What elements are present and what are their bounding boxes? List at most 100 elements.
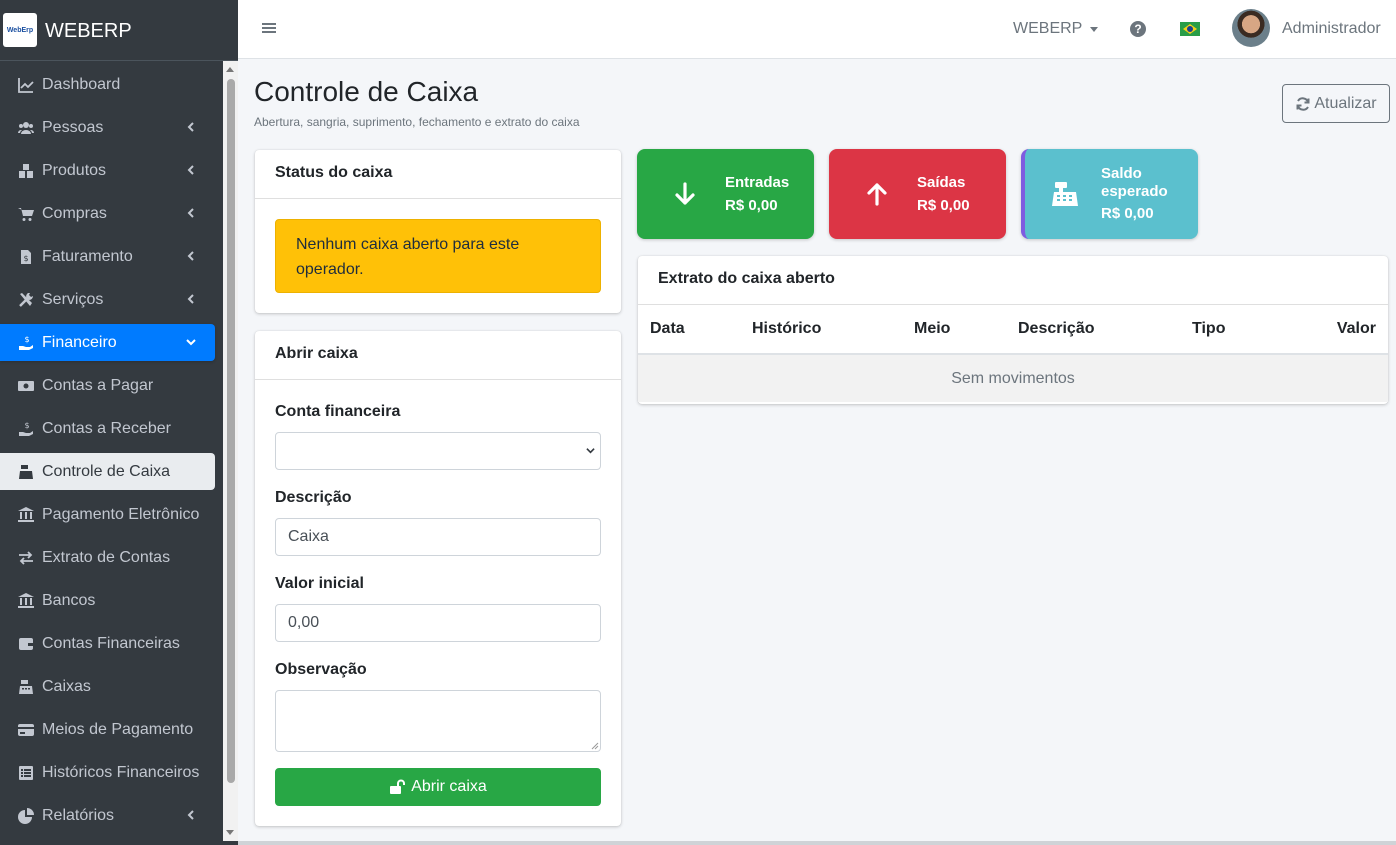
sidebar-item-compras[interactable]: Compras (0, 195, 215, 232)
invoice-icon: $ (16, 249, 36, 265)
initial-value-label: Valor inicial (275, 575, 364, 592)
sidebar-item-label: Dashboard (42, 75, 121, 93)
brazil-flag-icon[interactable] (1180, 22, 1200, 36)
chevron-down-icon (586, 448, 595, 454)
sidebar-item-label: Financeiro (42, 333, 117, 351)
credit-card-icon (16, 722, 36, 738)
saidas-label: Saídas (917, 174, 966, 191)
chevron-left-icon (183, 162, 199, 178)
column-header: Valor (1290, 305, 1388, 355)
column-header: Data (638, 305, 740, 355)
scrollbar-thumb[interactable] (227, 79, 235, 783)
arrow-down-icon (675, 182, 695, 205)
sidebar-item-contas-a-receber[interactable]: $ Contas a Receber (0, 410, 215, 447)
statement-title: Extrato do caixa aberto (638, 256, 1388, 305)
sidebar-item-contas-a-pagar[interactable]: Contas a Pagar (0, 367, 215, 404)
notes-textarea[interactable] (275, 690, 601, 752)
boxes-icon (16, 163, 36, 179)
brand-link[interactable]: WebErp WEBERP (0, 0, 238, 61)
page-title: Controle de Caixa (254, 76, 479, 107)
sync-icon (1296, 96, 1310, 111)
sidebar-item-pagamento-eletronico[interactable]: Pagamento Eletrônico (0, 496, 215, 533)
cash-register-icon (16, 679, 36, 695)
column-header: Tipo (1180, 305, 1290, 355)
statement-card: Extrato do caixa aberto Data Histórico M… (638, 256, 1388, 404)
users-icon (16, 120, 36, 136)
sidebar-item-dashboard[interactable]: Dashboard (0, 66, 215, 103)
open-cash-label: Abrir caixa (411, 778, 487, 795)
sidebar-item-produtos[interactable]: Produtos (0, 152, 215, 189)
chart-line-icon (16, 77, 36, 93)
saldo-label-line2: esperado (1101, 183, 1168, 200)
tools-icon (16, 292, 36, 308)
sidebar-item-label: Pessoas (42, 118, 104, 136)
list-icon (16, 765, 36, 781)
saldo-label: Saldo esperado (1101, 165, 1168, 201)
notes-label: Observação (275, 661, 367, 678)
table-row: Sem movimentos (638, 354, 1388, 402)
sidebar-item-label: Pagamento Eletrônico (42, 505, 200, 523)
column-header: Histórico (740, 305, 902, 355)
status-card-title: Status do caixa (255, 150, 621, 199)
arrow-up-icon (867, 183, 887, 206)
sidebar-item-meios-de-pagamento[interactable]: Meios de Pagamento (0, 711, 215, 748)
cash-register-icon (16, 464, 36, 480)
company-label: WEBERP (1013, 20, 1083, 37)
empty-message: Sem movimentos (638, 354, 1388, 402)
sidebar-item-financeiro[interactable]: $ Financeiro (0, 324, 215, 361)
user-name[interactable]: Administrador (1282, 20, 1381, 38)
chevron-down-icon (183, 334, 199, 350)
sidebar-item-servicos[interactable]: Serviços (0, 281, 215, 318)
saldo-label-line1: Saldo (1101, 165, 1142, 182)
sidebar-item-bancos[interactable]: Bancos (0, 582, 215, 619)
chevron-left-icon (183, 248, 199, 264)
status-card: Status do caixa Nenhum caixa aberto para… (255, 150, 621, 313)
sidebar-item-extrato-de-contas[interactable]: Extrato de Contas (0, 539, 215, 576)
top-navbar: WEBERP ? Administrador (238, 0, 1396, 59)
resize-handle-icon[interactable] (591, 742, 599, 750)
page-subtitle: Abertura, sangria, suprimento, fechament… (254, 115, 580, 129)
brand-logo: WebErp (3, 13, 37, 47)
saidas-value: R$ 0,00 (917, 197, 970, 214)
scroll-down-icon[interactable] (226, 830, 234, 835)
sidebar-item-historicos-financeiros[interactable]: Históricos Financeiros (0, 754, 215, 791)
company-dropdown[interactable]: WEBERP (1013, 20, 1099, 38)
account-label: Conta financeira (275, 403, 401, 420)
chevron-left-icon (183, 119, 199, 135)
caret-down-icon (1090, 26, 1099, 32)
sidebar-item-relatorios[interactable]: Relatórios (0, 797, 215, 834)
menu-toggle-icon[interactable] (261, 20, 277, 36)
sidebar-item-controle-de-caixa[interactable]: Controle de Caixa (0, 453, 215, 490)
refresh-label: Atualizar (1314, 94, 1377, 112)
open-cash-button[interactable]: Abrir caixa (275, 768, 601, 806)
user-avatar[interactable] (1232, 9, 1270, 47)
refresh-button[interactable]: Atualizar (1282, 84, 1390, 123)
description-input[interactable]: Caixa (275, 518, 601, 556)
sidebar-item-caixas[interactable]: Caixas (0, 668, 215, 705)
help-icon[interactable]: ? (1130, 21, 1146, 37)
initial-value-input[interactable]: 0,00 (275, 604, 601, 642)
sidebar-item-faturamento[interactable]: $ Faturamento (0, 238, 215, 275)
bank-icon (16, 592, 36, 609)
exchange-icon (16, 550, 36, 566)
saidas-card: Saídas R$ 0,00 (829, 149, 1006, 239)
svg-text:$: $ (24, 421, 29, 430)
cart-icon (16, 206, 36, 222)
account-select[interactable] (275, 432, 601, 470)
sidebar-item-pessoas[interactable]: Pessoas (0, 109, 215, 146)
brand-name: WEBERP (45, 19, 132, 42)
sidebar-scrollbar[interactable] (223, 61, 238, 841)
sidebar-item-label: Caixas (42, 677, 91, 695)
unlock-icon (390, 779, 406, 794)
scroll-up-icon[interactable] (226, 67, 234, 72)
sidebar-item-label: Bancos (42, 591, 96, 609)
sidebar-item-label: Meios de Pagamento (42, 720, 194, 738)
svg-text:$: $ (24, 335, 29, 344)
sidebar-item-contas-financeiras[interactable]: Contas Financeiras (0, 625, 215, 662)
chevron-left-icon (183, 205, 199, 221)
wallet-icon (16, 636, 36, 652)
bank-icon (16, 506, 36, 523)
cash-register-icon (1052, 182, 1078, 206)
sidebar-item-label: Controle de Caixa (42, 462, 171, 480)
status-alert: Nenhum caixa aberto para este operador. (275, 219, 601, 293)
